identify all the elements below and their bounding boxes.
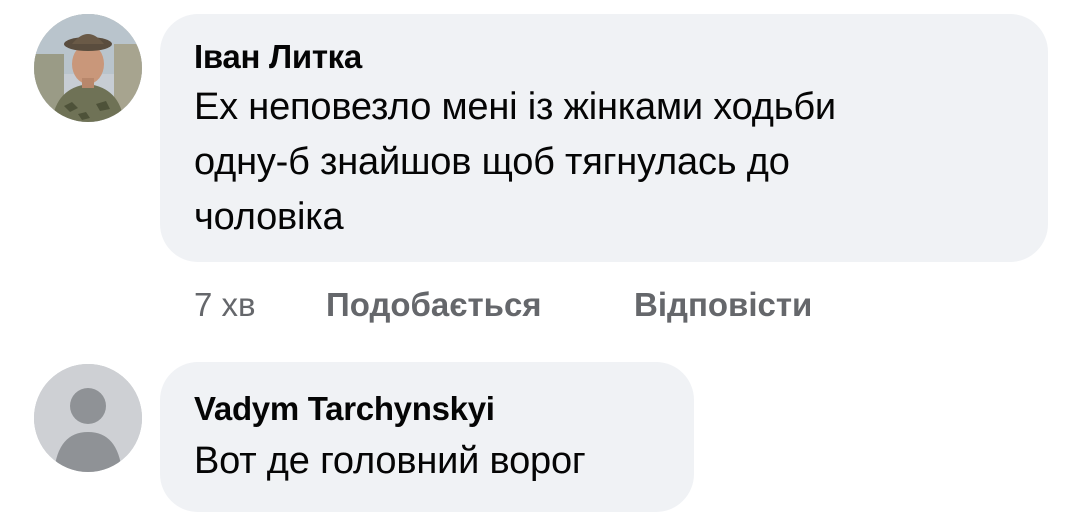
like-button[interactable]: Подобається bbox=[326, 286, 542, 324]
comment-1: Іван Литка Ех неповезло мені із жінками … bbox=[0, 0, 1080, 340]
comment-bubble[interactable]: Vadym Tarchynskyi Вот де головний ворог bbox=[160, 362, 694, 512]
comment-bubble[interactable]: Іван Литка Ех неповезло мені із жінками … bbox=[160, 14, 1048, 262]
comment-2: Vadym Tarchynskyi Вот де головний ворог bbox=[0, 340, 1080, 512]
comment-meta: 7 хв Подобається Відповісти bbox=[194, 286, 894, 326]
profile-photo-icon bbox=[34, 14, 142, 122]
default-avatar-icon bbox=[34, 364, 142, 472]
avatar[interactable] bbox=[34, 364, 142, 472]
comment-author[interactable]: Vadym Tarchynskyi bbox=[194, 390, 694, 428]
comment-timestamp[interactable]: 7 хв bbox=[194, 286, 256, 324]
comment-text: Ех неповезло мені із жінками ходьби одну… bbox=[194, 86, 836, 238]
comment-text: Вот де головний ворог bbox=[194, 440, 586, 482]
comment-author[interactable]: Іван Литка bbox=[194, 38, 1048, 76]
avatar[interactable] bbox=[34, 14, 142, 122]
reply-button[interactable]: Відповісти bbox=[634, 286, 812, 324]
